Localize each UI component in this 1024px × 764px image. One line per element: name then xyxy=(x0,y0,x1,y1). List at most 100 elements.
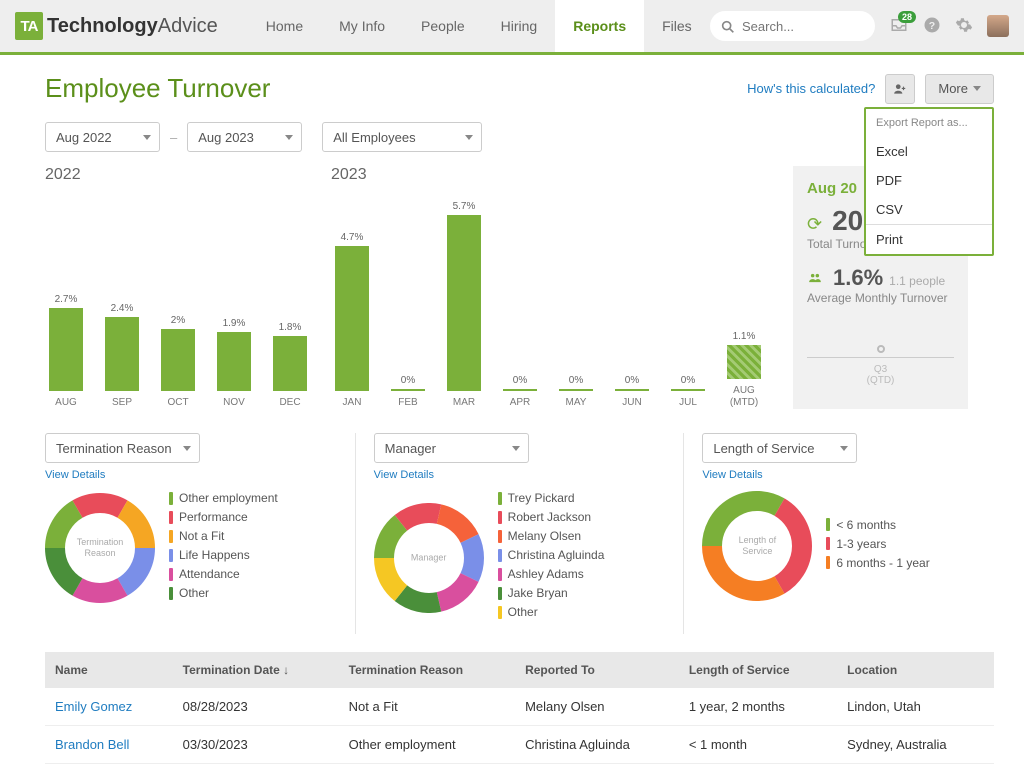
breakdown-select[interactable]: Termination Reason xyxy=(45,433,200,463)
export-excel[interactable]: Excel xyxy=(866,137,992,166)
bar[interactable]: 1.8%DEC xyxy=(269,322,311,410)
bar-value: 5.7% xyxy=(453,201,476,212)
cell-reported: Christina Agluinda xyxy=(515,726,679,764)
legend-swatch xyxy=(498,568,502,581)
nav-hiring[interactable]: Hiring xyxy=(483,0,556,52)
help-icon[interactable]: ? xyxy=(923,16,941,37)
bar[interactable]: 2%OCT xyxy=(157,315,199,409)
bar-value: 0% xyxy=(513,375,527,386)
export-csv[interactable]: CSV xyxy=(866,195,992,224)
quarter-indicator: Q3 (QTD) xyxy=(807,345,954,386)
avg-pct: 1.6% xyxy=(833,265,883,291)
nav-home[interactable]: Home xyxy=(248,0,321,52)
add-user-button[interactable] xyxy=(885,74,915,104)
breakdown-select[interactable]: Length of Service xyxy=(702,433,857,463)
legend-item: Performance xyxy=(169,510,278,524)
chevron-down-icon xyxy=(285,135,293,140)
nav-files[interactable]: Files xyxy=(644,0,710,52)
nav-my-info[interactable]: My Info xyxy=(321,0,403,52)
bar[interactable]: 0%JUL xyxy=(667,375,709,409)
bar[interactable]: 1.9%NOV xyxy=(213,318,255,409)
legend-swatch xyxy=(169,492,173,505)
more-label: More xyxy=(938,81,968,96)
bar-value: 1.9% xyxy=(223,318,246,329)
bar[interactable]: 5.7%MAR xyxy=(443,201,485,409)
table-header[interactable]: Termination Date ↓ xyxy=(173,652,339,688)
legend-label: < 6 months xyxy=(836,518,896,532)
avatar[interactable] xyxy=(987,15,1009,37)
bar-rect xyxy=(49,308,83,391)
bar-label: JUN xyxy=(622,397,641,409)
export-pdf[interactable]: PDF xyxy=(866,166,992,195)
more-dropdown: Export Report as... Excel PDF CSV Print xyxy=(864,107,994,256)
bar[interactable]: 0%FEB xyxy=(387,375,429,409)
bar[interactable]: 2.4%SEP xyxy=(101,303,143,409)
view-details-link[interactable]: View Details xyxy=(702,469,994,481)
cell-los: 1 year, 2 months xyxy=(679,688,837,726)
legend-label: Other xyxy=(508,605,538,619)
bar-value: 2.7% xyxy=(55,294,78,305)
chart-row: 2022 2.7%AUG2.4%SEP2%OCT1.9%NOV1.8%DEC 2… xyxy=(45,166,994,409)
more-button[interactable]: More Export Report as... Excel PDF CSV P… xyxy=(925,74,994,104)
donut-label: TerminationReason xyxy=(77,537,124,559)
breakdown-select[interactable]: Manager xyxy=(374,433,529,463)
bar-rect xyxy=(559,389,593,391)
avg-label: Average Monthly Turnover xyxy=(807,291,954,305)
cell-name[interactable]: Brandon Bell xyxy=(45,726,173,764)
nav-people[interactable]: People xyxy=(403,0,483,52)
legend-swatch xyxy=(826,556,830,569)
logo[interactable]: TA TechnologyAdvice xyxy=(15,12,218,40)
table-header[interactable]: Location xyxy=(837,652,994,688)
bar-label: APR xyxy=(510,397,531,409)
legend-swatch xyxy=(169,568,173,581)
legend-item: Other employment xyxy=(169,491,278,505)
bar-rect xyxy=(671,389,705,391)
bar-rect xyxy=(105,317,139,391)
legend-label: Ashley Adams xyxy=(508,567,584,581)
table-row: Brandon Bell03/30/2023Other employmentCh… xyxy=(45,726,994,764)
bar-value: 1.1% xyxy=(733,331,756,342)
gear-icon[interactable] xyxy=(955,16,973,37)
bar-rect xyxy=(161,329,195,391)
table-header[interactable]: Length of Service xyxy=(679,652,837,688)
cell-name[interactable]: Emily Gomez xyxy=(45,688,173,726)
legend-item: Ashley Adams xyxy=(498,567,605,581)
bar[interactable]: 1.1%AUG(MTD) xyxy=(723,331,765,409)
inbox-icon[interactable]: 28 xyxy=(889,16,909,37)
legend: Other employmentPerformanceNot a FitLife… xyxy=(169,491,278,605)
legend: Trey PickardRobert JacksonMelany OlsenCh… xyxy=(498,491,605,624)
cell-reported: Melany Olsen xyxy=(515,688,679,726)
nav-reports[interactable]: Reports xyxy=(555,0,644,52)
employee-filter-select[interactable]: All Employees xyxy=(322,122,482,152)
bar-rect xyxy=(503,389,537,391)
chart-2023: 2023 4.7%JAN0%FEB5.7%MAR0%APR0%MAY0%JUN0… xyxy=(331,166,765,409)
how-calculated-link[interactable]: How's this calculated? xyxy=(747,81,875,96)
date-to-select[interactable]: Aug 2023 xyxy=(187,122,302,152)
view-details-link[interactable]: View Details xyxy=(45,469,337,481)
view-details-link[interactable]: View Details xyxy=(374,469,666,481)
date-from-select[interactable]: Aug 2022 xyxy=(45,122,160,152)
legend-item: Melany Olsen xyxy=(498,529,605,543)
legend-label: 1-3 years xyxy=(836,537,886,551)
bar-label: AUG xyxy=(55,397,77,409)
export-print[interactable]: Print xyxy=(866,225,992,254)
bar[interactable]: 0%MAY xyxy=(555,375,597,409)
legend-label: Performance xyxy=(179,510,248,524)
legend-label: Not a Fit xyxy=(179,529,224,543)
legend-item: Jake Bryan xyxy=(498,586,605,600)
legend-item: Christina Agluinda xyxy=(498,548,605,562)
legend-item: 6 months - 1 year xyxy=(826,556,929,570)
breakdown-col: Length of Service View Details Length ofSe… xyxy=(684,433,994,634)
bar[interactable]: 2.7% AUG xyxy=(45,294,87,409)
table-header[interactable]: Reported To xyxy=(515,652,679,688)
legend-swatch xyxy=(498,606,502,619)
bar-label: OCT xyxy=(167,397,188,409)
bar[interactable]: 0% JUN xyxy=(611,375,653,409)
donut-label: Length ofService xyxy=(739,535,777,557)
bar[interactable]: 0% APR xyxy=(499,375,541,409)
bar-rect xyxy=(727,345,761,379)
table-header[interactable]: Termination Reason xyxy=(339,652,515,688)
bar-value: 0% xyxy=(625,375,639,386)
bar[interactable]: 4.7%JAN xyxy=(331,232,373,409)
table-header[interactable]: Name xyxy=(45,652,173,688)
